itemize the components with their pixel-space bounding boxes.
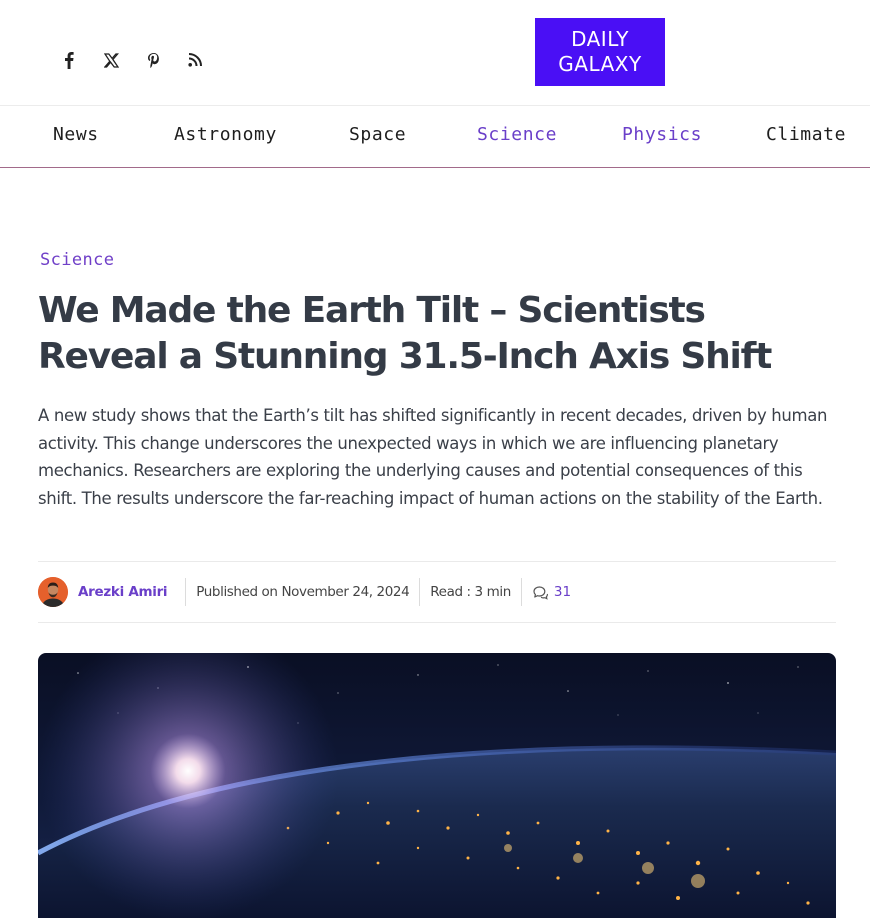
logo-line-daily: DAILY: [571, 27, 629, 51]
comments-icon: [533, 585, 548, 600]
publish-date: Published on November 24, 2024: [196, 584, 410, 600]
facebook-icon[interactable]: [58, 48, 80, 72]
rss-icon[interactable]: [184, 48, 206, 72]
nav-item-climate[interactable]: Climate: [766, 124, 846, 145]
site-header: DAILY GALAXY: [0, 0, 870, 106]
meta-divider: [419, 578, 421, 606]
article-meta: Arezki Amiri Published on November 24, 2…: [38, 561, 836, 623]
meta-divider: [520, 578, 522, 606]
nav-item-news[interactable]: News: [53, 124, 99, 145]
author-name[interactable]: Arezki Amiri: [78, 584, 168, 600]
x-twitter-icon[interactable]: [100, 48, 122, 72]
nav-item-space[interactable]: Space: [349, 124, 406, 145]
comments-link[interactable]: 31: [532, 584, 571, 600]
nav-item-physics[interactable]: Physics: [622, 124, 702, 145]
article-category[interactable]: Science: [40, 250, 114, 270]
pinterest-icon[interactable]: [142, 48, 164, 72]
article-title: We Made the Earth Tilt – Scientists Reve…: [38, 290, 772, 377]
nav-item-science[interactable]: Science: [477, 124, 557, 145]
social-links: [58, 48, 206, 72]
article-summary: A new study shows that the Earth’s tilt …: [38, 406, 828, 508]
comments-count: 31: [553, 584, 572, 600]
logo-line-galaxy: GALAXY: [558, 52, 642, 76]
author-avatar[interactable]: [38, 577, 68, 607]
read-time: Read : 3 min: [430, 584, 511, 600]
site-logo[interactable]: DAILY GALAXY: [535, 18, 665, 86]
meta-divider: [185, 578, 187, 606]
nav-item-astronomy[interactable]: Astronomy: [174, 124, 277, 145]
earth-night-image: [38, 653, 836, 918]
main-nav: News Astronomy Space Science Physics Cli…: [0, 106, 870, 168]
